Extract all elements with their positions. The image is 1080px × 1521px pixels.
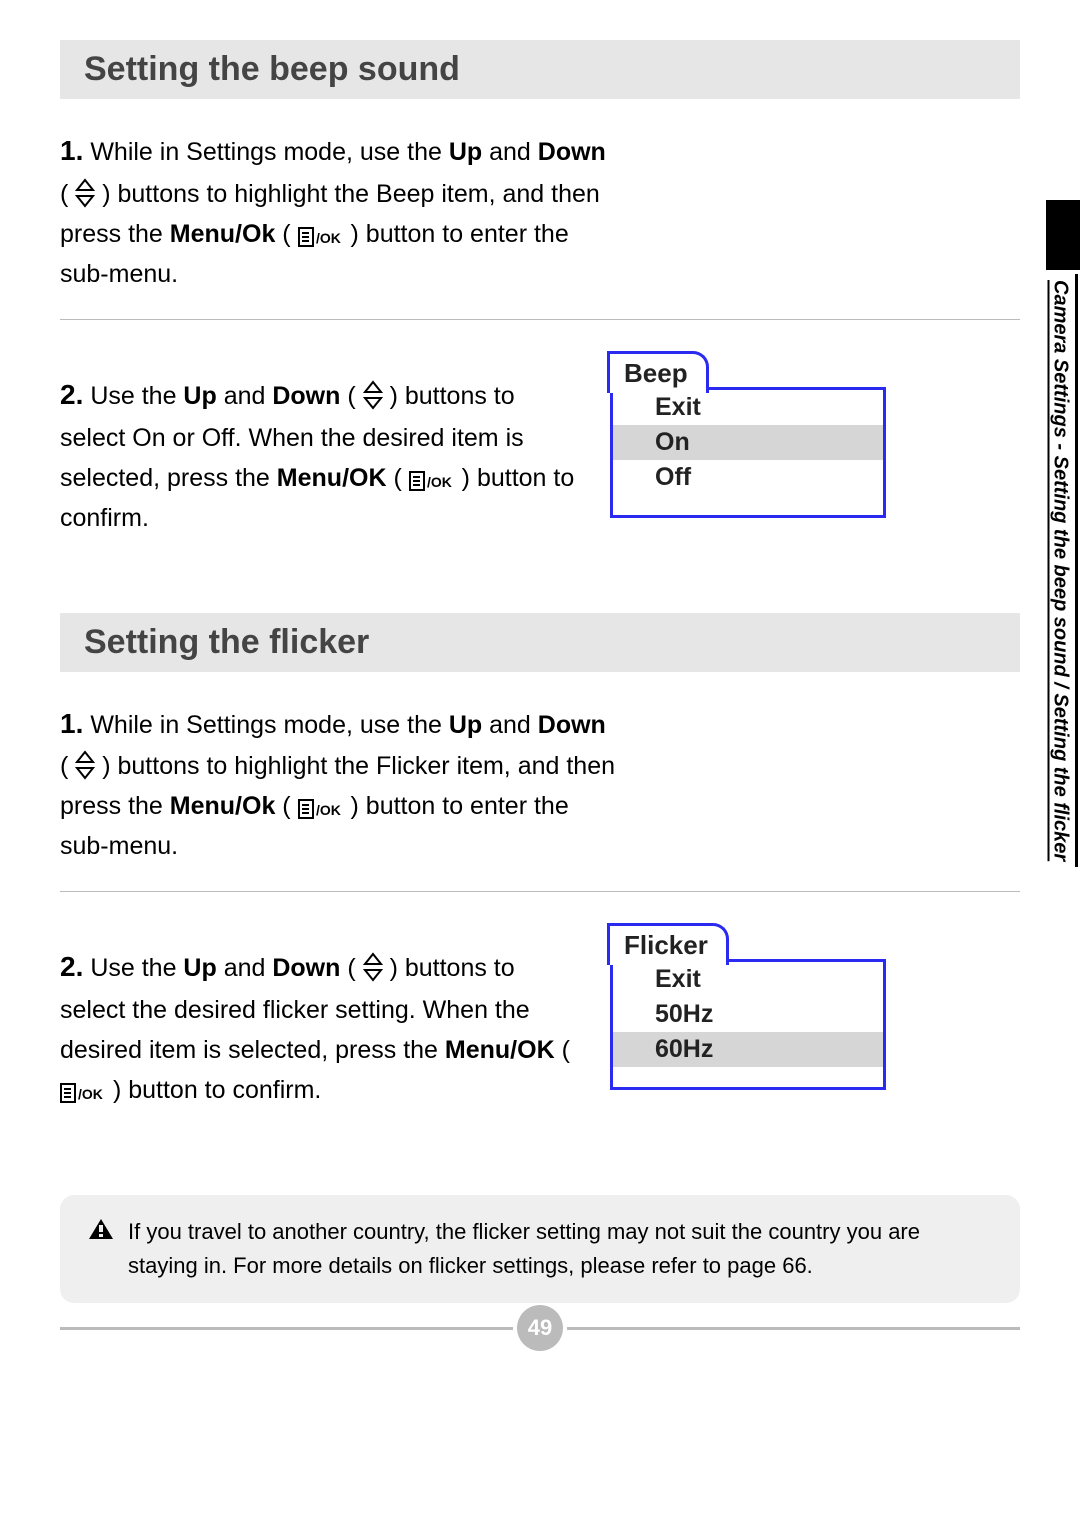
warning-icon xyxy=(88,1217,114,1241)
updown-icon xyxy=(75,178,95,208)
note-text: If you travel to another country, the fl… xyxy=(128,1215,992,1283)
page-number: 49 xyxy=(517,1305,563,1351)
menuok-icon: /OK xyxy=(298,798,344,820)
step-text: 1. While in Settings mode, use the Up an… xyxy=(60,129,620,294)
svg-text:/OK: /OK xyxy=(427,474,452,490)
step-text: 1. While in Settings mode, use the Up an… xyxy=(60,702,620,867)
menuok-icon: /OK xyxy=(60,1082,106,1104)
beep-step2-row: 2. Use the Up and Down ( ) buttons to se… xyxy=(60,348,1020,563)
flicker-step1: 1. While in Settings mode, use the Up an… xyxy=(60,702,1020,867)
page-footer: 49 xyxy=(60,1305,1020,1351)
lcd-tab: Beep xyxy=(607,351,709,393)
manual-page: Camera Settings - Setting the beep sound… xyxy=(0,0,1080,1521)
divider xyxy=(60,891,1020,892)
heading-beep: Setting the beep sound xyxy=(60,40,1020,99)
beep-step1: 1. While in Settings mode, use the Up an… xyxy=(60,129,1020,294)
lcd-item: On xyxy=(613,425,883,460)
lcd-item: Off xyxy=(613,460,883,495)
svg-text:/OK: /OK xyxy=(78,1086,103,1102)
side-tab-marker xyxy=(1046,200,1080,270)
lcd-item: 60Hz xyxy=(613,1032,883,1067)
note-box: If you travel to another country, the fl… xyxy=(60,1195,1020,1303)
heading-flicker: Setting the flicker xyxy=(60,613,1020,672)
updown-icon xyxy=(75,750,95,780)
lcd-item: Exit xyxy=(613,390,883,425)
step-text: 2. Use the Up and Down ( ) buttons to se… xyxy=(60,945,580,1110)
lcd-item: 50Hz xyxy=(613,997,883,1032)
menuok-icon: /OK xyxy=(298,226,344,248)
updown-icon xyxy=(363,380,383,410)
menuok-icon: /OK xyxy=(409,470,455,492)
lcd-flicker: Flicker Exit 50Hz 60Hz xyxy=(610,920,886,1090)
svg-text:/OK: /OK xyxy=(316,230,341,246)
lcd-beep: Beep Exit On Off xyxy=(610,348,886,518)
divider xyxy=(60,319,1020,320)
step-text: 2. Use the Up and Down ( ) buttons to se… xyxy=(60,373,580,538)
lcd-item: Exit xyxy=(613,962,883,997)
svg-text:/OK: /OK xyxy=(316,802,341,818)
side-tab: Camera Settings - Setting the beep sound… xyxy=(1046,200,1080,867)
flicker-step2-row: 2. Use the Up and Down ( ) buttons to se… xyxy=(60,920,1020,1135)
side-tab-text: Camera Settings - Setting the beep sound… xyxy=(1049,274,1078,867)
updown-icon xyxy=(363,952,383,982)
lcd-tab: Flicker xyxy=(607,923,729,965)
